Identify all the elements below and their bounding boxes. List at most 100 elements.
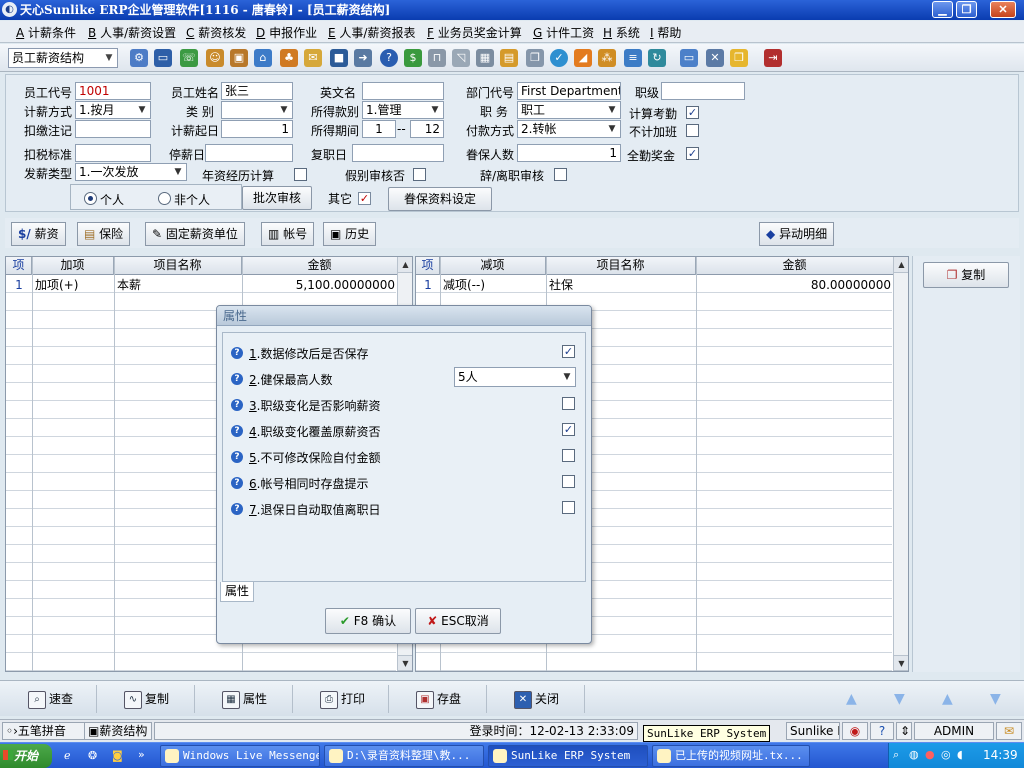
property-3-checkbox[interactable] xyxy=(562,397,575,410)
resume-date-field[interactable] xyxy=(352,144,444,162)
personal-radio[interactable] xyxy=(84,192,97,205)
add-col-name[interactable]: 项目名称 xyxy=(114,257,242,275)
ime-indicator[interactable]: ◦›五笔拼音 xyxy=(2,722,88,740)
tray-network-icon[interactable]: ◍ xyxy=(909,748,919,761)
scroll-down-icon[interactable]: ▼ xyxy=(398,655,412,671)
property-2-select[interactable]: 5人 ▼ xyxy=(454,367,576,387)
money-icon[interactable]: $ xyxy=(404,49,422,67)
home-icon[interactable]: ⌂ xyxy=(254,49,272,67)
add-col-type[interactable]: 加项 xyxy=(32,257,114,275)
cart-icon[interactable]: ⊓ xyxy=(428,49,446,67)
start-button[interactable]: 开始 xyxy=(0,744,52,768)
property-1-checkbox[interactable]: ✓ xyxy=(562,345,575,358)
lock-icon[interactable]: ◉ xyxy=(842,722,868,740)
monitor-icon[interactable]: ▭ xyxy=(154,49,172,67)
period-to-field[interactable]: 12 xyxy=(410,120,444,138)
task-notepad[interactable]: 已上传的视频网址.tx... xyxy=(652,745,810,767)
document-icon[interactable]: ■ xyxy=(330,49,348,67)
menu-item-d[interactable]: D 申报作业 xyxy=(256,24,317,41)
property-7-checkbox[interactable] xyxy=(562,501,575,514)
briefcase-icon[interactable]: ▣ xyxy=(230,49,248,67)
menu-item-i[interactable]: I 帮助 xyxy=(650,24,681,41)
minimize-button[interactable]: ▁ xyxy=(932,1,953,18)
check-circle-icon[interactable]: ✓ xyxy=(550,49,568,67)
message-icon[interactable]: ✉ xyxy=(996,722,1022,740)
category-select[interactable]: ▼ xyxy=(221,101,293,119)
pay-type-select[interactable]: 1.一次发放 ▼ xyxy=(75,163,187,181)
calc-start-field[interactable]: 1 xyxy=(221,120,293,138)
window-icon[interactable]: ▭ xyxy=(680,49,698,67)
add-col-no[interactable]: 项 xyxy=(6,257,32,275)
task-erp[interactable]: SunLike ERP System xyxy=(488,745,648,767)
sub-col-name[interactable]: 项目名称 xyxy=(546,257,696,275)
print-button[interactable]: ⎙ 打印 xyxy=(320,687,365,711)
tray-security-icon[interactable]: ● xyxy=(925,748,935,761)
dialog-tab-properties[interactable]: 属性 xyxy=(220,582,254,602)
dependents-field[interactable]: 1 xyxy=(517,144,621,162)
task-messenger[interactable]: Windows Live Messenger xyxy=(160,745,320,767)
people-icon[interactable]: ♣ xyxy=(280,49,298,67)
calculator-icon[interactable]: ▦ xyxy=(476,49,494,67)
tab-insurance[interactable]: ▤ 保险 xyxy=(77,222,131,246)
no-overtime-checkbox[interactable] xyxy=(686,124,699,137)
emp-code-field[interactable]: 1001 xyxy=(75,82,151,100)
sub-col-type[interactable]: 减项 xyxy=(440,257,546,275)
pay-method-select[interactable]: 2.转帐 ▼ xyxy=(517,120,621,138)
scroll-status-icon[interactable]: ⇕ xyxy=(896,722,912,740)
properties-button[interactable]: ▦ 属性 xyxy=(222,687,267,711)
copy-button[interactable]: ∿ 复制 xyxy=(124,687,169,711)
tray-media-icon[interactable]: ◎ xyxy=(941,748,951,761)
sub-col-amount[interactable]: 金额 xyxy=(696,257,894,275)
network-icon[interactable]: ≡ xyxy=(624,49,642,67)
add-col-amount[interactable]: 金额 xyxy=(242,257,398,275)
nav-next-icon[interactable]: ▼ xyxy=(894,691,905,707)
bell-icon[interactable]: ◢ xyxy=(574,49,592,67)
pin-icon[interactable]: ➜ xyxy=(354,49,372,67)
save-button[interactable]: ▣ 存盘 xyxy=(416,687,461,711)
menu-item-a[interactable]: A 计薪条件 xyxy=(16,24,76,41)
other-checkbox[interactable]: ✓ xyxy=(358,192,371,205)
property-4-checkbox[interactable]: ✓ xyxy=(562,423,575,436)
nav-prev-icon[interactable]: ▲ xyxy=(942,691,953,707)
cancel-button[interactable]: ✘ ESC取消 xyxy=(415,608,501,634)
tab-fixed-salary[interactable]: ✎ 固定薪资单位 xyxy=(145,222,245,246)
close-window-icon[interactable]: ✕ xyxy=(706,49,724,67)
user-card-icon[interactable]: ☺ xyxy=(206,49,224,67)
en-name-field[interactable] xyxy=(362,82,444,100)
menu-item-c[interactable]: C 薪资核发 xyxy=(186,24,246,41)
scroll-up-icon[interactable]: ▲ xyxy=(398,257,412,273)
tray-volume-icon[interactable]: ◖ xyxy=(957,748,963,761)
menu-item-e[interactable]: E 人事/薪资报表 xyxy=(328,24,415,41)
sunlike-logo-icon[interactable]: ◐ xyxy=(2,2,17,17)
calc-method-select[interactable]: 1.按月 ▼ xyxy=(75,101,151,119)
tab-salary[interactable]: $/ 薪资 xyxy=(11,222,66,246)
period-from-field[interactable]: 1 xyxy=(362,120,396,138)
scroll-down-icon[interactable]: ▼ xyxy=(894,655,908,671)
quicklaunch-folder-icon[interactable]: ◙ xyxy=(112,749,123,762)
deduct-note-field[interactable] xyxy=(75,120,151,138)
copy-icon[interactable]: ❐ xyxy=(526,49,544,67)
task-explorer[interactable]: D:\录音资料整理\教... xyxy=(324,745,484,767)
rank-field[interactable] xyxy=(661,82,745,100)
seniority-checkbox[interactable] xyxy=(294,168,307,181)
exit-icon[interactable]: ⇥ xyxy=(764,49,782,67)
quicklaunch-ie-icon[interactable]: ℯ xyxy=(64,749,71,762)
emp-name-field[interactable]: 张三 xyxy=(221,82,293,100)
position-select[interactable]: 职工 ▼ xyxy=(517,101,621,119)
mail-icon[interactable]: ✉ xyxy=(304,49,322,67)
org-chart-icon[interactable]: ⁂ xyxy=(598,49,616,67)
menu-item-h[interactable]: H 系统 xyxy=(603,24,640,41)
quick-search-button[interactable]: ⌕ 速查 xyxy=(28,687,73,711)
tax-std-field[interactable] xyxy=(75,144,151,162)
sub-col-no[interactable]: 项 xyxy=(416,257,440,275)
dept-code-field[interactable]: First Department xyxy=(517,82,621,100)
tab-history[interactable]: ▣ 历史 xyxy=(323,222,377,246)
chart-icon[interactable]: ◹ xyxy=(452,49,470,67)
stop-date-field[interactable] xyxy=(205,144,293,162)
quicklaunch-app-icon[interactable]: ❂ xyxy=(88,749,97,762)
full-bonus-checkbox[interactable]: ✓ xyxy=(686,147,699,160)
scroll-up-icon[interactable]: ▲ xyxy=(894,257,908,273)
close-button[interactable]: ✕ xyxy=(990,1,1016,18)
change-detail-button[interactable]: ◆ 异动明细 xyxy=(759,222,835,246)
leave-audit-checkbox[interactable] xyxy=(413,168,426,181)
